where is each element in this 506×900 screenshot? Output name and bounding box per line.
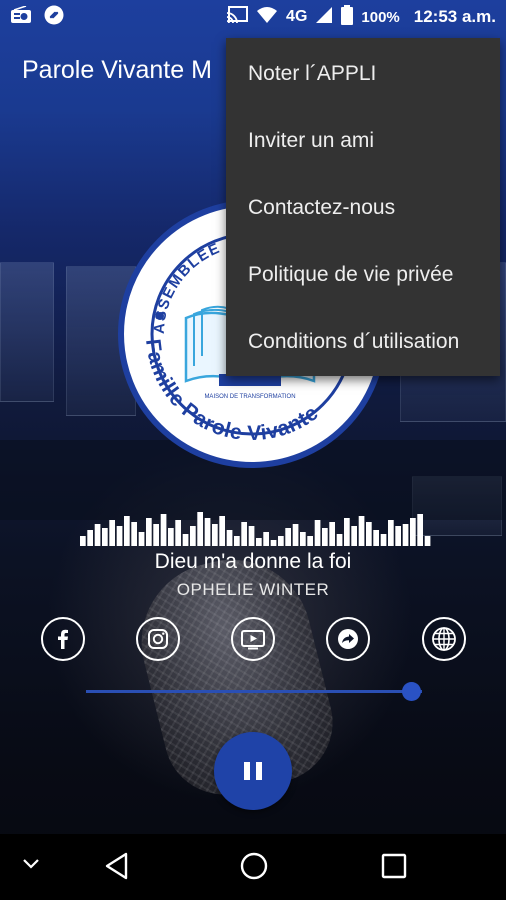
equalizer-bar: [234, 536, 240, 546]
website-button[interactable]: [422, 617, 466, 661]
status-time: 12:53 a.m.: [413, 7, 496, 26]
equalizer-bar: [314, 520, 321, 546]
back-icon[interactable]: [104, 852, 130, 884]
equalizer-bar: [402, 524, 409, 546]
equalizer-bar: [380, 534, 387, 546]
youtube-icon: [241, 630, 265, 650]
equalizer-bar: [424, 536, 431, 546]
menu-item-rate-app[interactable]: Noter l´APPLI: [226, 40, 500, 107]
track-artist: OPHELIE WINTER: [176, 580, 330, 599]
wifi-icon: [256, 6, 278, 29]
equalizer-bar: [336, 534, 343, 546]
instagram-icon: [148, 629, 168, 649]
share-icon: [338, 629, 358, 649]
equalizer-bar: [300, 532, 306, 546]
equalizer-bar: [344, 518, 350, 546]
equalizer-bar: [87, 530, 93, 546]
equalizer-bar: [219, 516, 225, 546]
volume-slider[interactable]: [86, 690, 422, 693]
equalizer-bar: [417, 514, 423, 546]
equalizer-bar: [263, 532, 269, 546]
menu-item-terms-of-use[interactable]: Conditions d´utilisation: [226, 308, 500, 375]
recents-icon[interactable]: [381, 853, 407, 883]
equalizer-bar: [270, 540, 277, 546]
equalizer-bar: [366, 522, 372, 546]
background-monitor: [0, 262, 54, 402]
share-button[interactable]: [326, 617, 370, 661]
equalizer-bar: [153, 524, 159, 546]
menu-item-privacy-policy[interactable]: Politique de vie privée: [226, 241, 500, 308]
equalizer-bar: [182, 534, 189, 546]
pause-button[interactable]: [214, 732, 292, 810]
equalizer-bar: [102, 528, 108, 546]
globe-icon: [432, 627, 456, 651]
overflow-menu: Noter l´APPLI Inviter un ami Contactez-n…: [226, 38, 500, 376]
equalizer-visualizer: [80, 512, 431, 546]
equalizer-bar: [322, 528, 328, 546]
equalizer-bar: [175, 520, 181, 546]
cast-icon: [226, 5, 249, 29]
equalizer-bar: [285, 528, 291, 546]
facebook-icon: [58, 629, 68, 649]
equalizer-bar: [358, 516, 365, 546]
equalizer-bar: [241, 522, 247, 546]
equalizer-bar: [278, 536, 284, 546]
facebook-button[interactable]: [41, 617, 85, 661]
youtube-button[interactable]: [231, 617, 275, 661]
equalizer-bar: [146, 518, 152, 546]
equalizer-bar: [388, 520, 394, 546]
instagram-button[interactable]: [136, 617, 180, 661]
equalizer-bar: [94, 524, 101, 546]
equalizer-bar: [373, 530, 379, 546]
equalizer-bar: [395, 526, 401, 546]
equalizer-bar: [124, 516, 130, 546]
equalizer-bar: [138, 532, 145, 546]
radio-icon: [10, 4, 32, 29]
equalizer-bar: [190, 526, 196, 546]
network-type: 4G: [286, 8, 308, 25]
equalizer-bar: [212, 524, 218, 546]
equalizer-bar: [204, 518, 211, 546]
equalizer-bar: [197, 512, 203, 546]
signal-icon: [315, 6, 333, 29]
menu-item-invite-friend[interactable]: Inviter un ami: [226, 107, 500, 174]
battery-percent: 100%: [361, 8, 400, 26]
battery-icon: [341, 4, 354, 30]
equalizer-bar: [131, 522, 137, 546]
equalizer-bar: [292, 524, 299, 546]
equalizer-bar: [116, 526, 123, 546]
pause-icon: [244, 762, 250, 780]
equalizer-bar: [168, 528, 174, 546]
home-icon[interactable]: [239, 851, 269, 885]
track-title: Dieu m'a donne la foi: [154, 550, 352, 573]
equalizer-bar: [248, 526, 255, 546]
chevron-down-icon[interactable]: [20, 856, 42, 876]
navigation-bar: [0, 834, 506, 900]
equalizer-bar: [410, 518, 416, 546]
app-title: Parole Vivante M: [22, 56, 212, 84]
equalizer-bar: [160, 514, 167, 546]
shazam-icon: [44, 5, 64, 30]
equalizer-bar: [351, 526, 357, 546]
equalizer-bar: [226, 530, 233, 546]
equalizer-bar: [329, 522, 335, 546]
equalizer-bar: [80, 536, 86, 546]
menu-item-contact-us[interactable]: Contactez-nous: [226, 174, 500, 241]
equalizer-bar: [307, 536, 313, 546]
status-bar: 4G 100% 12:53 a.m.: [0, 0, 506, 34]
equalizer-bar: [256, 538, 262, 546]
equalizer-bar: [109, 520, 115, 546]
logo-caption: MAISON DE TRANSFORMATION: [204, 394, 295, 400]
